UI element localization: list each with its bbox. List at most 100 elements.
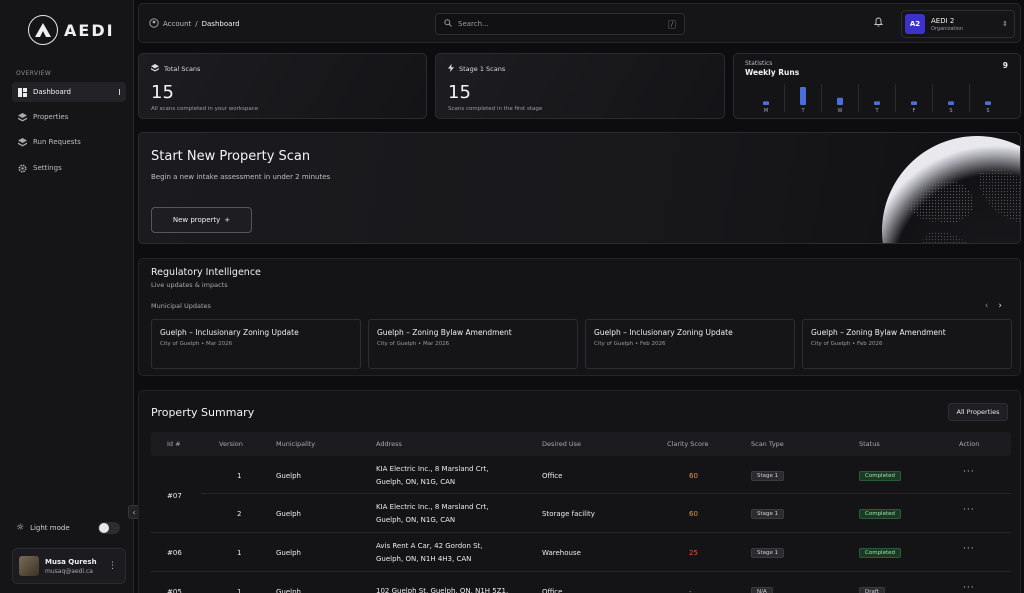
chevron-left-icon[interactable]: ‹ bbox=[985, 301, 989, 311]
update-meta: City of Guelph • Mar 2026 bbox=[160, 341, 233, 347]
active-indicator bbox=[119, 89, 120, 95]
regulatory-intelligence: Regulatory Intelligence Live updates & i… bbox=[138, 258, 1021, 376]
search-input[interactable]: Search... / bbox=[435, 13, 685, 35]
weekly-day-label: S bbox=[986, 108, 989, 114]
hero-title: Start New Property Scan bbox=[151, 149, 311, 164]
user-email: musaq@aedi.ca bbox=[45, 567, 93, 575]
table-header: Id # Version Municipality Address Desire… bbox=[151, 432, 1011, 456]
stat-title: Stage 1 Scans bbox=[459, 65, 506, 73]
stat-value: 15 bbox=[448, 82, 471, 103]
column-header[interactable]: Scan Type bbox=[751, 440, 784, 448]
cell-version: 1 bbox=[237, 549, 242, 557]
hero-subtitle: Begin a new intake assessment in under 2… bbox=[151, 173, 331, 181]
new-property-button[interactable]: New property + bbox=[151, 207, 252, 233]
avatar bbox=[19, 556, 39, 576]
cell-id: #07 bbox=[167, 492, 182, 500]
scan-type-badge: Stage 1 bbox=[751, 471, 785, 481]
weekly-day-label: F bbox=[913, 108, 916, 114]
cell-address-line1: 102 Guelph St, Guelph, ON, N1H 5Z1, bbox=[376, 587, 509, 593]
sidebar-item-run-requests[interactable]: Run Requests bbox=[12, 132, 126, 152]
cell-address-line2: Guelph, ON, N1G, CAN bbox=[376, 478, 456, 486]
weekly-bar-5 bbox=[948, 101, 954, 105]
cell-municipality: Guelph bbox=[276, 510, 301, 518]
brand-name: AEDI bbox=[64, 20, 115, 40]
row-divider bbox=[201, 493, 1011, 494]
topbar: Account / Dashboard Search... / A2 AEDI … bbox=[138, 3, 1021, 43]
update-title: Guelph – Zoning Bylaw Amendment bbox=[811, 328, 946, 337]
cell-version: 1 bbox=[237, 588, 242, 593]
org-type: Organization bbox=[931, 25, 963, 32]
search-icon bbox=[444, 19, 452, 29]
lightning-icon bbox=[448, 64, 454, 74]
cell-desired-use: Office bbox=[542, 472, 563, 480]
dashboard-icon bbox=[18, 87, 27, 97]
account-icon bbox=[149, 18, 159, 30]
column-header[interactable]: Clarity Score bbox=[667, 440, 708, 448]
update-title: Guelph – Zoning Bylaw Amendment bbox=[377, 328, 512, 337]
layers-icon bbox=[151, 64, 159, 74]
status-badge: Completed bbox=[859, 471, 901, 481]
breadcrumb-account[interactable]: Account bbox=[163, 20, 191, 28]
cell-desired-use: Warehouse bbox=[542, 549, 581, 557]
sidebar-item-dashboard[interactable]: Dashboard bbox=[12, 82, 126, 102]
stat-desc: All scans completed in your workspace bbox=[151, 106, 259, 112]
property-summary: Property Summary All Properties Id # Ver… bbox=[138, 390, 1021, 593]
sun-icon: ☼ bbox=[16, 523, 25, 533]
column-header[interactable]: Version bbox=[219, 440, 243, 448]
cell-address-line1: KIA Electric Inc., 8 Marsland Crt, bbox=[376, 465, 489, 473]
sidebar-item-properties[interactable]: Properties bbox=[12, 107, 126, 127]
row-actions-icon[interactable]: ··· bbox=[963, 467, 975, 477]
column-header: Action bbox=[959, 440, 980, 448]
cell-address-line2: Guelph, ON, N1G, CAN bbox=[376, 516, 456, 524]
scan-type-badge: Stage 1 bbox=[751, 548, 785, 558]
sidebar-item-label: Dashboard bbox=[33, 88, 71, 96]
row-actions-icon[interactable]: ··· bbox=[963, 544, 975, 554]
update-title: Guelph – Inclusionary Zoning Update bbox=[160, 328, 299, 337]
nav-section-label: OVERVIEW bbox=[16, 70, 52, 77]
reg-title: Regulatory Intelligence bbox=[151, 267, 261, 278]
column-header[interactable]: Address bbox=[376, 440, 402, 448]
sidebar-item-settings[interactable]: Settings bbox=[12, 158, 126, 178]
update-title: Guelph – Inclusionary Zoning Update bbox=[594, 328, 733, 337]
weekly-bar-6 bbox=[985, 101, 991, 105]
globe-graphic bbox=[882, 136, 1020, 243]
update-meta: City of Guelph • Mar 2026 bbox=[377, 341, 450, 347]
weekly-day-label: T bbox=[800, 108, 805, 114]
column-header[interactable]: Status bbox=[859, 440, 880, 448]
bell-icon[interactable] bbox=[873, 17, 884, 30]
weekly-day-label: T bbox=[874, 108, 879, 114]
weekly-day-label: M bbox=[764, 108, 768, 114]
breadcrumb-current: Dashboard bbox=[201, 20, 240, 28]
column-header[interactable]: Id # bbox=[167, 440, 181, 448]
update-card[interactable]: Guelph – Zoning Bylaw Amendment City of … bbox=[368, 319, 578, 369]
light-mode-toggle[interactable] bbox=[98, 522, 120, 534]
weekly-day-label: W bbox=[838, 108, 843, 114]
status-badge: Completed bbox=[859, 548, 901, 558]
weekly-bar-1 bbox=[800, 87, 806, 105]
reg-subtitle: Live updates & impacts bbox=[151, 281, 228, 289]
column-header[interactable]: Desired Use bbox=[542, 440, 581, 448]
update-meta: City of Guelph • Feb 2026 bbox=[811, 341, 883, 347]
gear-icon bbox=[18, 163, 27, 173]
chevron-up-down-icon: ⇕ bbox=[1002, 20, 1008, 28]
chevron-right-icon[interactable]: › bbox=[998, 301, 1002, 311]
layers-icon bbox=[18, 137, 27, 147]
user-card[interactable]: Musa Quresh musaq@aedi.ca ⋮ bbox=[12, 548, 126, 584]
all-properties-button[interactable]: All Properties bbox=[948, 403, 1008, 421]
weekly-day-label: S bbox=[949, 108, 952, 114]
brand-logo[interactable]: AEDI bbox=[28, 15, 115, 45]
update-card[interactable]: Guelph – Inclusionary Zoning Update City… bbox=[585, 319, 795, 369]
column-header[interactable]: Municipality bbox=[276, 440, 315, 448]
search-shortcut: / bbox=[668, 19, 676, 29]
update-meta: City of Guelph • Feb 2026 bbox=[594, 341, 666, 347]
row-actions-icon[interactable]: ··· bbox=[963, 505, 975, 515]
user-menu-icon[interactable]: ⋮ bbox=[108, 561, 117, 571]
update-card[interactable]: Guelph – Zoning Bylaw Amendment City of … bbox=[802, 319, 1012, 369]
user-name: Musa Quresh bbox=[45, 557, 97, 566]
org-switcher[interactable]: A2 AEDI 2 Organization ⇕ bbox=[901, 10, 1015, 38]
sidebar: AEDI OVERVIEW Dashboard Properties Run R… bbox=[0, 0, 134, 593]
row-actions-icon[interactable]: ··· bbox=[963, 583, 975, 593]
update-card[interactable]: Guelph – Inclusionary Zoning Update City… bbox=[151, 319, 361, 369]
new-scan-hero: Start New Property Scan Begin a new inta… bbox=[138, 132, 1021, 244]
plus-icon: + bbox=[224, 216, 231, 224]
